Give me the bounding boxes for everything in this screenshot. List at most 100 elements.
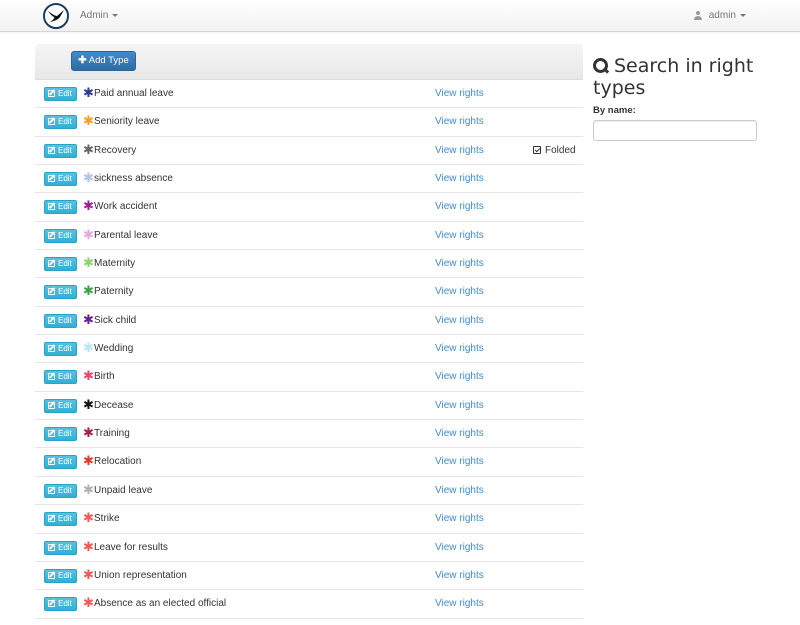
edit-icon [48, 260, 55, 268]
list-toolbar: ✚ Add Type [35, 44, 583, 80]
caret-down-icon [740, 14, 746, 17]
edit-button[interactable]: Edit [44, 342, 77, 357]
view-rights-link[interactable]: View rights [435, 201, 484, 212]
edit-button[interactable]: Edit [44, 228, 77, 243]
right-type-row: Edit ✱ Leave for results View rights [35, 534, 583, 562]
edit-icon [48, 146, 55, 154]
view-rights-link[interactable]: View rights [435, 88, 484, 99]
right-type-row: Edit ✱ Seniority leave View rights [35, 108, 583, 137]
edit-icon [48, 458, 55, 466]
asterisk-icon: ✱ [83, 454, 94, 470]
edit-icon [48, 543, 55, 551]
right-type-name: Work accident [94, 201, 158, 213]
checkbox-checked-icon [533, 146, 541, 155]
asterisk-icon: ✱ [83, 482, 94, 498]
view-rights-link[interactable]: View rights [435, 570, 484, 581]
view-rights-link[interactable]: View rights [435, 315, 484, 326]
search-by-name-input[interactable] [593, 120, 757, 141]
add-type-button[interactable]: ✚ Add Type [71, 51, 136, 71]
edit-button[interactable]: Edit [44, 512, 77, 527]
search-title-text: Search in right types [593, 55, 754, 99]
caret-down-icon [112, 13, 119, 17]
edit-label: Edit [58, 315, 72, 325]
swallow-logo-icon[interactable] [43, 3, 69, 29]
edit-button[interactable]: Edit [44, 143, 77, 158]
view-rights-link[interactable]: View rights [435, 513, 484, 524]
asterisk-icon: ✱ [83, 142, 94, 158]
folded-indicator: Folded [533, 145, 576, 156]
right-type-name: Union representation [94, 569, 187, 581]
right-type-name: Birth [94, 371, 115, 383]
admin-menu-dropdown[interactable]: Admin [80, 10, 119, 21]
edit-label: Edit [58, 259, 72, 269]
asterisk-icon: ✱ [83, 114, 94, 130]
edit-button[interactable]: Edit [44, 285, 77, 300]
edit-button[interactable]: Edit [44, 200, 77, 215]
edit-button[interactable]: Edit [44, 483, 77, 498]
folded-label: Folded [545, 144, 576, 156]
edit-label: Edit [58, 230, 72, 240]
edit-label: Edit [58, 174, 72, 184]
edit-button[interactable]: Edit [44, 568, 77, 583]
edit-button[interactable]: Edit [44, 257, 77, 272]
edit-button[interactable]: Edit [44, 115, 77, 130]
right-type-row: Edit ✱ Union representation View rights [35, 562, 583, 591]
view-rights-link[interactable]: View rights [435, 456, 484, 467]
asterisk-icon: ✱ [83, 596, 94, 612]
edit-icon [48, 288, 55, 296]
right-type-row: Edit ✱ Relocation View rights [35, 448, 583, 477]
asterisk-icon: ✱ [83, 256, 94, 272]
view-rights-link[interactable]: View rights [435, 371, 484, 382]
view-rights-link[interactable]: View rights [435, 485, 484, 496]
edit-button[interactable]: Edit [44, 540, 77, 555]
right-type-name: Leave for results [94, 541, 168, 553]
asterisk-icon: ✱ [83, 539, 94, 555]
edit-icon [48, 430, 55, 438]
edit-button[interactable]: Edit [44, 427, 77, 442]
edit-icon [48, 118, 55, 126]
view-rights-link[interactable]: View rights [435, 116, 484, 127]
edit-button[interactable]: Edit [44, 313, 77, 328]
edit-button[interactable]: Edit [44, 597, 77, 612]
edit-button[interactable]: Edit [44, 398, 77, 413]
edit-label: Edit [58, 514, 72, 524]
asterisk-icon: ✱ [83, 369, 94, 385]
search-panel-title: Search in right types [593, 55, 783, 99]
view-rights-link[interactable]: View rights [435, 598, 484, 609]
view-rights-link[interactable]: View rights [435, 542, 484, 553]
edit-label: Edit [58, 372, 72, 382]
right-type-row: Edit ✱ sickness absence View rights [35, 165, 583, 194]
edit-label: Edit [58, 570, 72, 580]
right-type-name: Sick child [94, 314, 137, 326]
view-rights-link[interactable]: View rights [435, 258, 484, 269]
right-type-row: Edit ✱ Paid annual leave View rights [35, 80, 583, 109]
view-rights-link[interactable]: View rights [435, 145, 484, 156]
view-rights-link[interactable]: View rights [435, 428, 484, 439]
right-type-name: sickness absence [94, 173, 173, 185]
edit-label: Edit [58, 117, 72, 127]
edit-button[interactable]: Edit [44, 87, 77, 101]
right-type-name: Maternity [94, 258, 136, 270]
user-menu-dropdown[interactable]: admin [693, 10, 746, 21]
view-rights-link[interactable]: View rights [435, 173, 484, 184]
edit-button[interactable]: Edit [44, 455, 77, 470]
top-navbar: Admin admin [0, 0, 800, 32]
view-rights-link[interactable]: View rights [435, 400, 484, 411]
right-type-name: Training [94, 428, 130, 440]
edit-icon [48, 571, 55, 579]
asterisk-icon: ✱ [83, 426, 94, 442]
edit-button[interactable]: Edit [44, 172, 77, 187]
right-type-row: Edit ✱ Birth View rights [35, 363, 583, 392]
right-type-row: Edit ✱ Sick child View rights [35, 307, 583, 336]
view-rights-link[interactable]: View rights [435, 230, 484, 241]
right-type-row: Edit ✱ Strike View rights [35, 505, 583, 534]
right-types-list: Edit ✱ Paid annual leave View rights Edit ✱ Se… [35, 80, 583, 619]
user-menu-label: admin [708, 10, 736, 21]
view-rights-link[interactable]: View rights [435, 343, 484, 354]
edit-button[interactable]: Edit [44, 370, 77, 385]
right-type-name: Paid annual leave [94, 88, 174, 99]
right-type-name: Unpaid leave [94, 484, 153, 496]
by-name-label: By name: [593, 105, 636, 116]
add-type-label: Add Type [88, 55, 129, 66]
view-rights-link[interactable]: View rights [435, 286, 484, 297]
